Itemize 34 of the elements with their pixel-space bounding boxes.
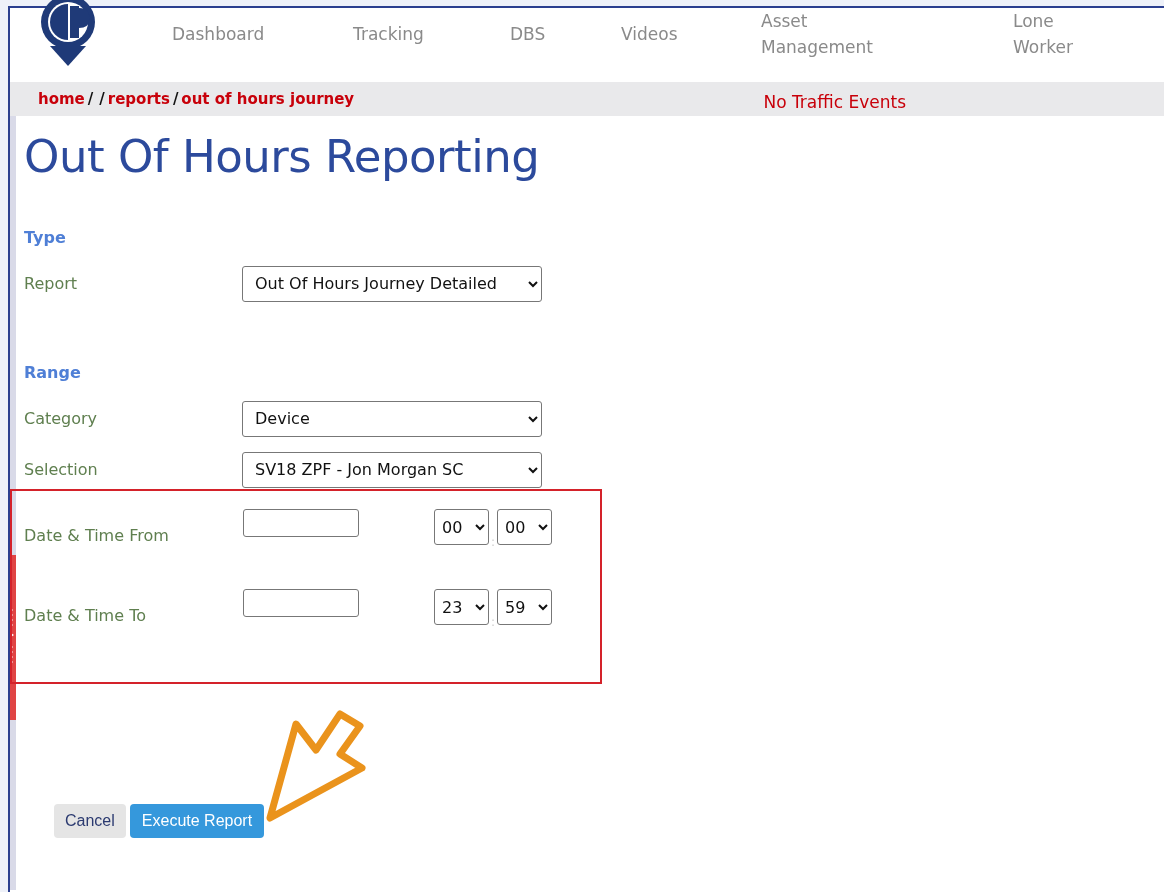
nav-link[interactable]: DBS xyxy=(510,20,621,48)
breadcrumb-separator: / xyxy=(87,88,94,110)
minute-select[interactable]: 00 xyxy=(497,509,553,545)
select-field[interactable]: Out Of Hours Journey Detailed xyxy=(242,265,542,302)
breadcrumb-link[interactable]: reports xyxy=(107,87,170,111)
breadcrumb-link[interactable]: out of hours journey xyxy=(181,87,355,111)
breadcrumb-separator: / xyxy=(172,88,179,110)
time-separator: : xyxy=(491,534,496,551)
section-heading: Type xyxy=(24,227,67,249)
execute-button[interactable]: Execute Report xyxy=(129,804,265,838)
nav-link[interactable]: Tracking xyxy=(353,20,510,48)
field-label: Selection xyxy=(24,458,99,481)
field-label: Date & Time To xyxy=(24,605,147,627)
nav-link[interactable]: Asset Management xyxy=(761,7,891,61)
time-separator: : xyxy=(491,614,496,631)
nav-link[interactable]: Videos xyxy=(621,20,761,48)
traffic-status: No Traffic Events xyxy=(763,91,906,115)
field-label: Category xyxy=(24,407,99,430)
breadcrumb-link[interactable]: home xyxy=(38,87,85,111)
section-heading: Range xyxy=(24,362,82,384)
nav-link[interactable]: Dashboard xyxy=(172,20,353,48)
cancel-button[interactable]: Cancel xyxy=(54,804,126,838)
select-field[interactable]: SV18 ZPF - Jon Morgan SC xyxy=(242,451,542,488)
field-label: Report xyxy=(24,272,79,295)
nav-link[interactable]: Lone Worker xyxy=(1013,7,1093,61)
hour-select[interactable]: 23 xyxy=(434,589,489,625)
breadcrumb-separator: / xyxy=(99,88,105,110)
page-title: Out Of Hours Reporting xyxy=(24,130,541,184)
field-label: Date & Time From xyxy=(24,525,170,547)
date-field[interactable] xyxy=(243,589,359,617)
date-field[interactable] xyxy=(243,509,359,537)
hour-select[interactable]: 00 xyxy=(434,509,489,545)
minute-select[interactable]: 59 xyxy=(497,589,553,625)
select-field[interactable]: Device xyxy=(242,400,542,437)
